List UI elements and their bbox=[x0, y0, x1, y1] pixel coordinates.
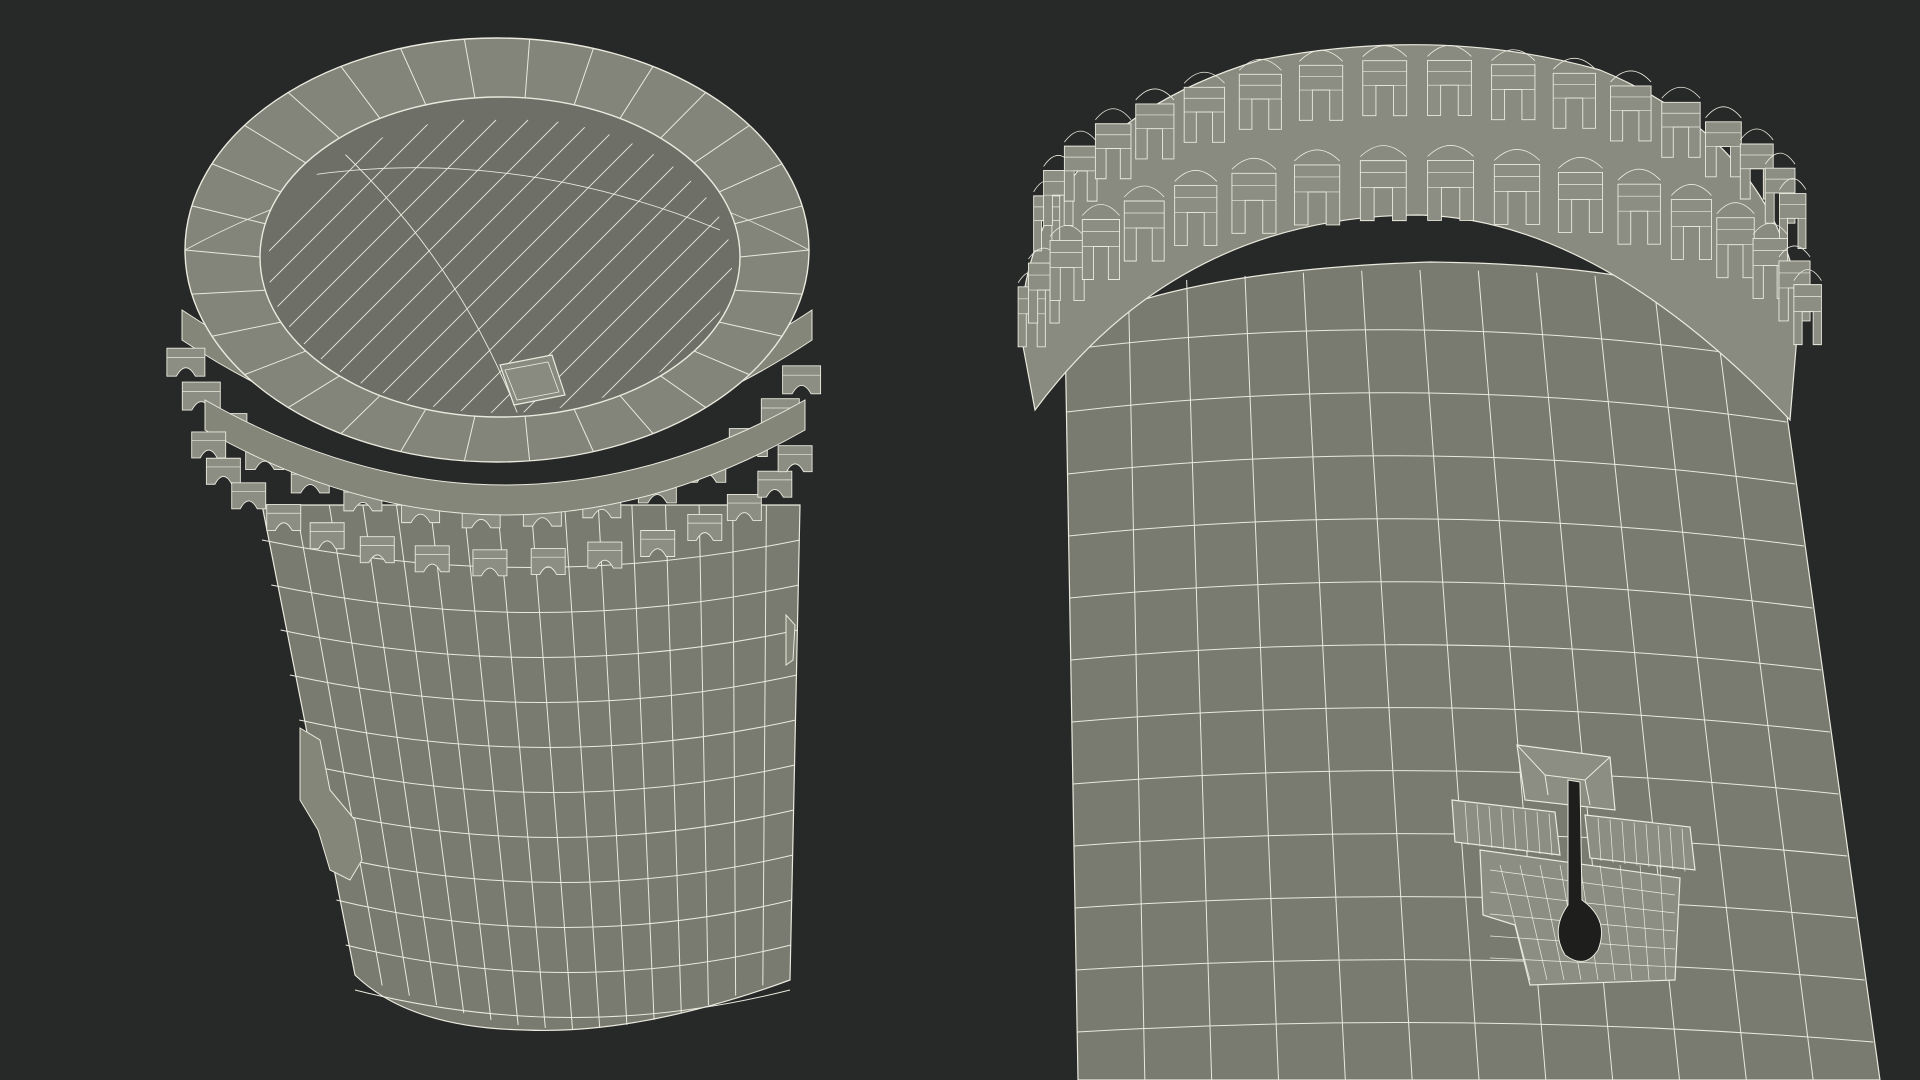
tower-closeup-view bbox=[1017, 44, 1881, 1080]
wireframe-render bbox=[0, 0, 1920, 1080]
render-canvas bbox=[0, 0, 1920, 1080]
tower-rim-inner bbox=[259, 96, 741, 418]
